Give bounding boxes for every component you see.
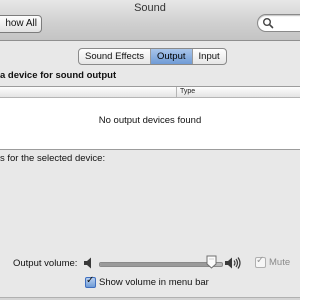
show-volume-menubar-label: Show volume in menu bar [99,277,209,288]
table-header: Type [0,87,300,98]
search-field[interactable] [257,14,300,32]
search-icon [263,18,274,29]
checkmark-icon: ✓ [86,275,95,286]
output-volume-label: Output volume: [13,258,78,269]
tab-bar: Sound Effects Output Input [78,48,227,65]
mute-checkbox[interactable]: ✓ [255,255,266,268]
window-title: Sound [134,2,166,14]
mute-checkbox-group[interactable]: ✓ Mute [255,255,291,268]
checkmark-icon: ✓ [256,255,265,266]
column-header-type[interactable]: Type [180,87,195,97]
show-volume-menubar-group[interactable]: ✓ Show volume in menu bar [85,275,209,288]
title-bar: Sound how All [0,0,300,41]
speaker-high-icon [225,257,241,269]
volume-slider-thumb[interactable] [206,255,217,269]
tab-output[interactable]: Output [150,49,193,64]
sound-preferences-window: Sound how All Sound Effects Output Input… [0,0,300,300]
show-all-button[interactable]: how All [0,15,42,33]
mute-label: Mute [269,257,291,268]
show-volume-menubar-checkbox[interactable]: ✓ [85,275,96,288]
tab-sound-effects[interactable]: Sound Effects [79,49,151,64]
speaker-low-icon [84,257,91,269]
empty-table-message: No output devices found [98,115,202,126]
device-settings-label: s for the selected device: [0,153,106,164]
volume-slider[interactable] [99,262,223,267]
device-section-heading: a device for sound output [0,70,117,81]
column-divider[interactable] [176,87,177,97]
tab-input[interactable]: Input [193,49,226,64]
volume-slider-fill [100,263,214,266]
output-device-table[interactable]: Type No output devices found [0,86,300,150]
